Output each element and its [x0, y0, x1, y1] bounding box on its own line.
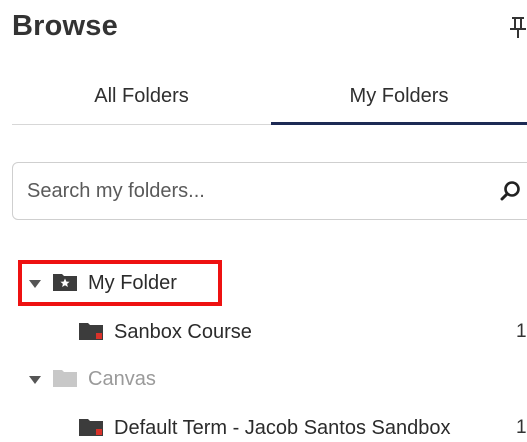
- panel-header: Browse: [12, 8, 527, 48]
- pin-icon[interactable]: [509, 16, 527, 38]
- folder-tabs: All Folders My Folders: [12, 70, 527, 125]
- tree-row-sanbox-course[interactable]: Sanbox Course 1: [0, 314, 527, 350]
- starred-folder-icon: [53, 274, 77, 291]
- search-box: [12, 162, 527, 220]
- folder-icon: [79, 419, 103, 436]
- folder-icon: [79, 323, 103, 340]
- tree-label-my-folder: My Folder: [88, 272, 177, 294]
- tree-row-canvas[interactable]: Canvas: [0, 362, 527, 398]
- browse-panel: Browse All Folders My Folders My Folder: [0, 0, 527, 442]
- caret-down-icon[interactable]: [28, 373, 42, 387]
- tab-my-folders[interactable]: My Folders: [271, 70, 527, 125]
- item-count: 1: [516, 321, 527, 342]
- tree-row-my-folder[interactable]: My Folder: [0, 266, 527, 302]
- tab-all-folders[interactable]: All Folders: [12, 70, 271, 124]
- search-input[interactable]: [27, 163, 467, 219]
- caret-down-icon[interactable]: [28, 277, 42, 291]
- search-icon[interactable]: [499, 179, 523, 203]
- tree-label-sanbox-course: Sanbox Course: [114, 321, 252, 343]
- tree-row-default-term[interactable]: Default Term - Jacob Santos Sandbox 1: [0, 410, 527, 442]
- page-title: Browse: [12, 10, 118, 42]
- folder-icon: [53, 370, 77, 387]
- item-count: 1: [516, 417, 527, 438]
- tree-label-canvas: Canvas: [88, 368, 156, 390]
- tree-label-default-term: Default Term - Jacob Santos Sandbox: [114, 417, 451, 439]
